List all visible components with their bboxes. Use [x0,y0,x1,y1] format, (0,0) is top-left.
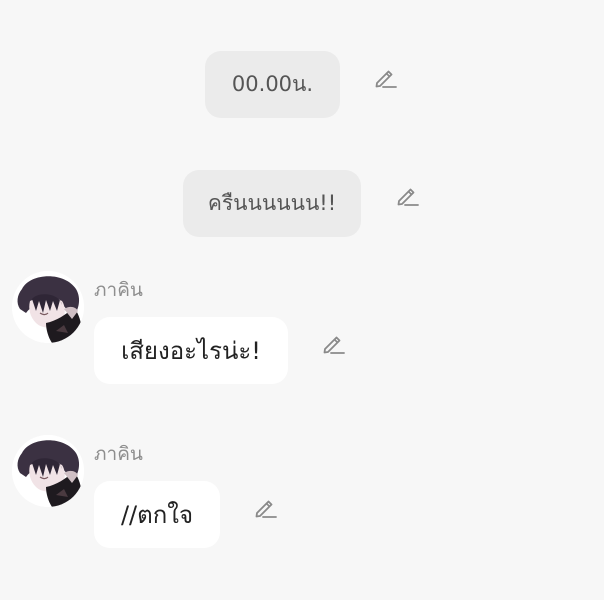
narration-text: ครืนนนนนน!! [207,191,337,215]
speaker-name: ภาคิน [94,443,143,465]
avatar[interactable] [12,271,84,343]
narration-bubble: 00.00น. [205,51,340,118]
pencil-edit-icon[interactable] [394,182,420,208]
pencil-edit-icon[interactable] [320,330,346,356]
pencil-edit-icon[interactable] [252,494,278,520]
message-text: //ตกใจ [120,501,194,529]
message-bubble: เสียงอะไรน่ะ! [94,317,288,384]
narration-bubble: ครืนนนนนน!! [183,170,361,237]
message-text: เสียงอะไรน่ะ! [121,337,261,365]
avatar[interactable] [12,435,84,507]
avatar-image [12,435,84,507]
speaker-name: ภาคิน [94,279,143,301]
pencil-edit-icon[interactable] [372,64,398,90]
avatar-image [12,271,84,343]
narration-text: 00.00น. [231,72,314,96]
message-bubble: //ตกใจ [94,481,220,548]
